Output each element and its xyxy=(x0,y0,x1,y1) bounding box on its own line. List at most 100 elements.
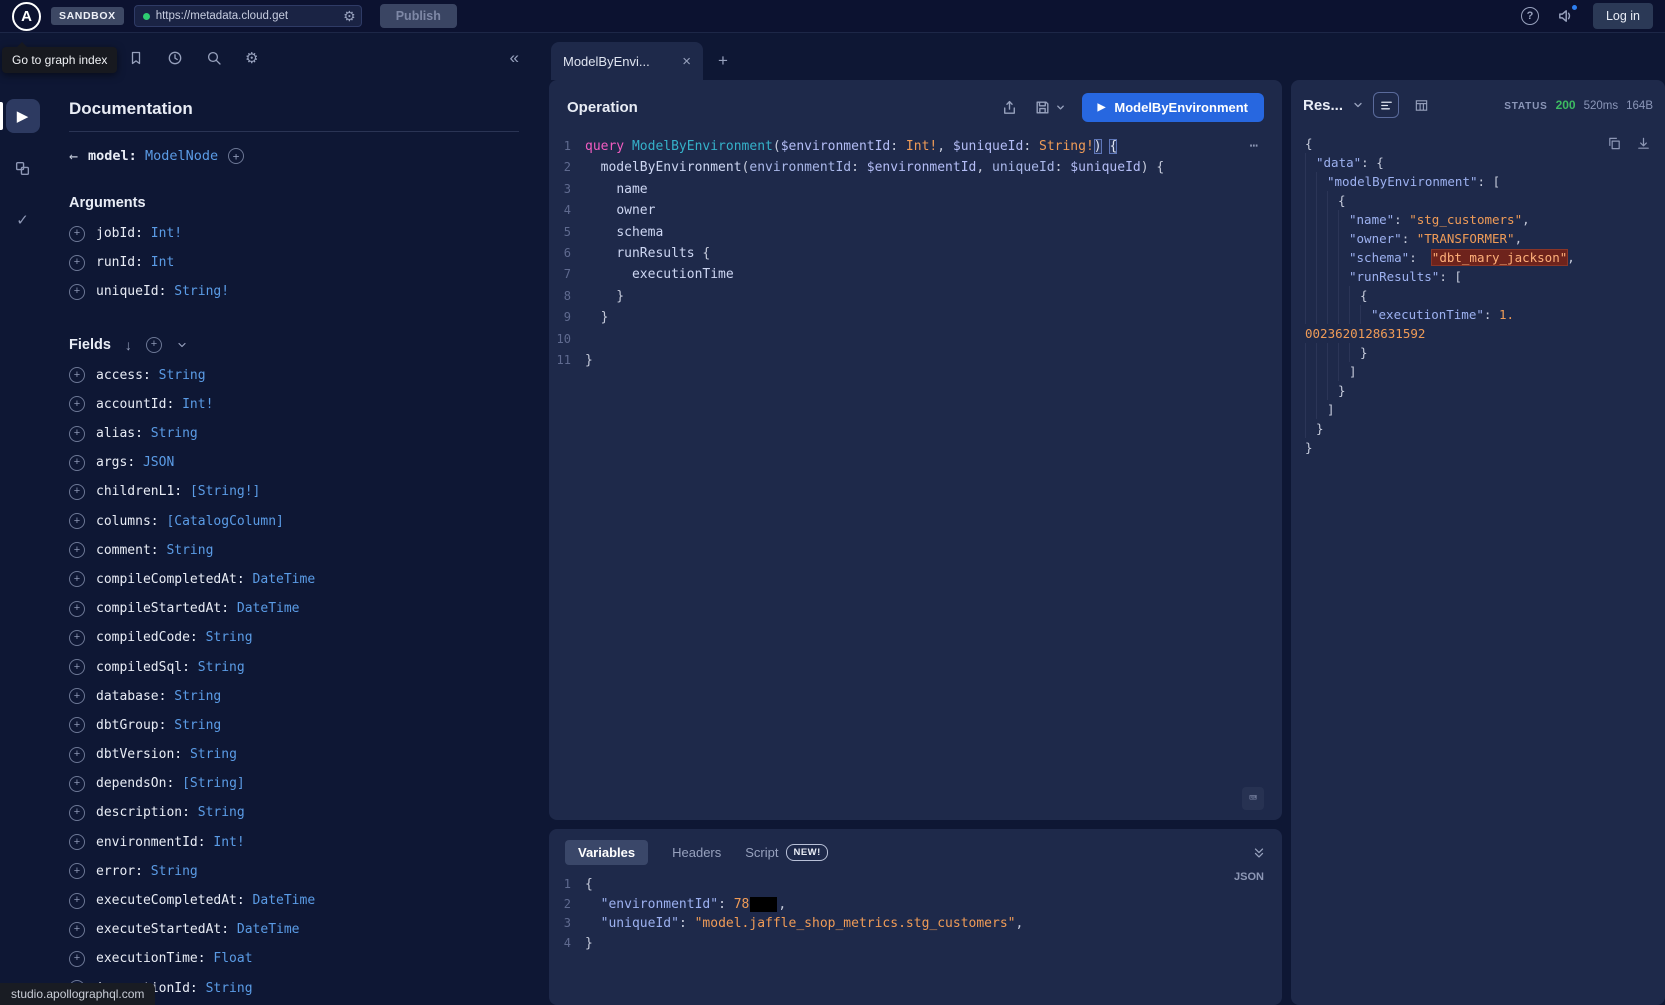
argument-row[interactable]: +jobId: Int! xyxy=(69,219,519,248)
add-to-operation-icon[interactable]: + xyxy=(69,776,85,792)
argument-row[interactable]: +runId: Int xyxy=(69,248,519,277)
add-to-operation-icon[interactable]: + xyxy=(69,571,85,587)
code-line[interactable]: 3 "uniqueId": "model.jaffle_shop_metrics… xyxy=(549,914,1282,934)
connection-settings-gear-icon[interactable]: ⚙ xyxy=(343,9,356,23)
search-icon[interactable] xyxy=(206,50,222,66)
endpoint-url-input[interactable]: https://metadata.cloud.get ⚙ xyxy=(134,5,362,27)
add-to-operation-icon[interactable]: + xyxy=(69,747,85,763)
view-raw-button[interactable] xyxy=(1373,92,1399,118)
field-row[interactable]: +error: String xyxy=(69,857,519,886)
code-line[interactable]: 4 owner xyxy=(549,200,1282,221)
endpoint-url[interactable]: https://metadata.cloud.get xyxy=(156,10,337,22)
announcements-icon[interactable] xyxy=(1557,7,1575,25)
code-line[interactable]: 11} xyxy=(549,350,1282,371)
code-line[interactable]: 7 executionTime xyxy=(549,264,1282,285)
code-line[interactable]: 8 } xyxy=(549,286,1282,307)
add-to-operation-icon[interactable]: + xyxy=(69,717,85,733)
field-row[interactable]: +compileStartedAt: DateTime xyxy=(69,594,519,623)
back-arrow-icon[interactable]: ← xyxy=(69,147,78,165)
argument-row[interactable]: +uniqueId: String! xyxy=(69,277,519,306)
field-row[interactable]: +environmentId: Int! xyxy=(69,828,519,857)
add-to-operation-icon[interactable]: + xyxy=(69,834,85,850)
help-icon[interactable]: ? xyxy=(1521,7,1539,25)
add-to-operation-icon[interactable]: + xyxy=(69,630,85,646)
field-row[interactable]: +description: String xyxy=(69,798,519,827)
add-to-operation-icon[interactable]: + xyxy=(69,396,85,412)
operation-editor[interactable]: ⋯ ⌨ 1query ModelByEnvironment($environme… xyxy=(549,132,1282,820)
tab-variables[interactable]: Variables xyxy=(565,840,648,865)
download-response-icon[interactable] xyxy=(1636,136,1651,151)
add-to-operation-icon[interactable]: + xyxy=(69,367,85,383)
tab-script[interactable]: ScriptNEW! xyxy=(745,844,828,861)
settings-gear-icon[interactable]: ⚙ xyxy=(245,51,258,66)
add-to-operation-icon[interactable]: + xyxy=(69,513,85,529)
field-row[interactable]: +childrenL1: [String!] xyxy=(69,477,519,506)
save-group[interactable] xyxy=(1034,99,1066,116)
publish-button[interactable]: Publish xyxy=(380,4,457,28)
add-to-operation-icon[interactable]: + xyxy=(69,688,85,704)
sort-fields-icon[interactable]: ↓ xyxy=(125,337,132,353)
save-icon[interactable] xyxy=(1034,99,1051,116)
apollo-logo[interactable]: A xyxy=(12,2,41,31)
breadcrumb-type[interactable]: ModelNode xyxy=(145,148,218,164)
share-icon[interactable] xyxy=(1001,99,1018,116)
field-row[interactable]: +access: String xyxy=(69,361,519,390)
add-to-operation-icon[interactable]: + xyxy=(69,951,85,967)
field-row[interactable]: +database: String xyxy=(69,682,519,711)
field-row[interactable]: +columns: [CatalogColumn] xyxy=(69,507,519,536)
add-to-operation-icon[interactable]: + xyxy=(69,484,85,500)
field-row[interactable]: +executionTime: Float xyxy=(69,944,519,973)
field-row[interactable]: +alias: String xyxy=(69,419,519,448)
field-row[interactable]: +accountId: Int! xyxy=(69,390,519,419)
code-line[interactable]: 4} xyxy=(549,934,1282,954)
nav-schema-icon[interactable] xyxy=(6,151,40,185)
code-line[interactable]: 1query ModelByEnvironment($environmentId… xyxy=(549,136,1282,157)
close-tab-icon[interactable]: × xyxy=(682,53,691,70)
field-row[interactable]: +compiledCode: String xyxy=(69,623,519,652)
add-to-operation-icon[interactable]: + xyxy=(69,863,85,879)
copy-response-icon[interactable] xyxy=(1607,136,1622,151)
field-row[interactable]: +compiledSql: String xyxy=(69,652,519,681)
add-to-operation-icon[interactable]: + xyxy=(69,255,85,271)
add-to-operation-icon[interactable]: + xyxy=(69,455,85,471)
add-to-operation-icon[interactable]: + xyxy=(69,922,85,938)
add-to-operation-icon[interactable]: + xyxy=(69,284,85,300)
run-operation-button[interactable]: ▶ ModelByEnvironment xyxy=(1082,93,1264,122)
line-actions-icon[interactable]: ⋯ xyxy=(1250,136,1260,157)
add-to-operation-icon[interactable]: + xyxy=(69,659,85,675)
field-row[interactable]: +dependsOn: [String] xyxy=(69,769,519,798)
add-type-icon[interactable]: + xyxy=(228,148,244,164)
add-to-operation-icon[interactable]: + xyxy=(69,426,85,442)
collapse-panel-icon[interactable]: « xyxy=(510,48,519,68)
code-line[interactable]: 2 modelByEnvironment(environmentId: $env… xyxy=(549,157,1282,178)
login-button[interactable]: Log in xyxy=(1593,3,1653,29)
field-row[interactable]: +executeCompletedAt: DateTime xyxy=(69,886,519,915)
nav-checks-icon[interactable]: ✓ xyxy=(6,203,40,237)
add-to-operation-icon[interactable]: + xyxy=(69,601,85,617)
field-row[interactable]: +dbtVersion: String xyxy=(69,740,519,769)
code-line[interactable]: 6 runResults { xyxy=(549,243,1282,264)
code-line[interactable]: 10 xyxy=(549,329,1282,350)
history-icon[interactable] xyxy=(167,50,183,66)
variables-editor[interactable]: 1{2 "environmentId": 78,3 "uniqueId": "m… xyxy=(549,873,1282,1005)
field-row[interactable]: +executeStartedAt: DateTime xyxy=(69,915,519,944)
keyboard-shortcuts-icon[interactable]: ⌨ xyxy=(1242,787,1264,810)
tab-headers[interactable]: Headers xyxy=(672,845,721,860)
nav-explorer-icon[interactable]: ▶ xyxy=(6,99,40,133)
code-line[interactable]: 5 schema xyxy=(549,222,1282,243)
collapse-variables-icon[interactable] xyxy=(1252,846,1266,860)
field-row[interactable]: +dbtGroup: String xyxy=(69,711,519,740)
response-caret-icon[interactable] xyxy=(1352,99,1364,111)
add-to-operation-icon[interactable]: + xyxy=(69,893,85,909)
code-line[interactable]: 2 "environmentId": 78, xyxy=(549,895,1282,915)
code-line[interactable]: 3 name xyxy=(549,179,1282,200)
add-to-operation-icon[interactable]: + xyxy=(69,805,85,821)
code-line[interactable]: 9 } xyxy=(549,307,1282,328)
view-table-button[interactable] xyxy=(1408,92,1434,118)
field-row[interactable]: +args: JSON xyxy=(69,448,519,477)
add-all-fields-icon[interactable]: + xyxy=(146,337,162,353)
code-line[interactable]: 1{ xyxy=(549,875,1282,895)
chevron-down-icon[interactable] xyxy=(176,339,188,351)
add-to-operation-icon[interactable]: + xyxy=(69,226,85,242)
add-to-operation-icon[interactable]: + xyxy=(69,542,85,558)
